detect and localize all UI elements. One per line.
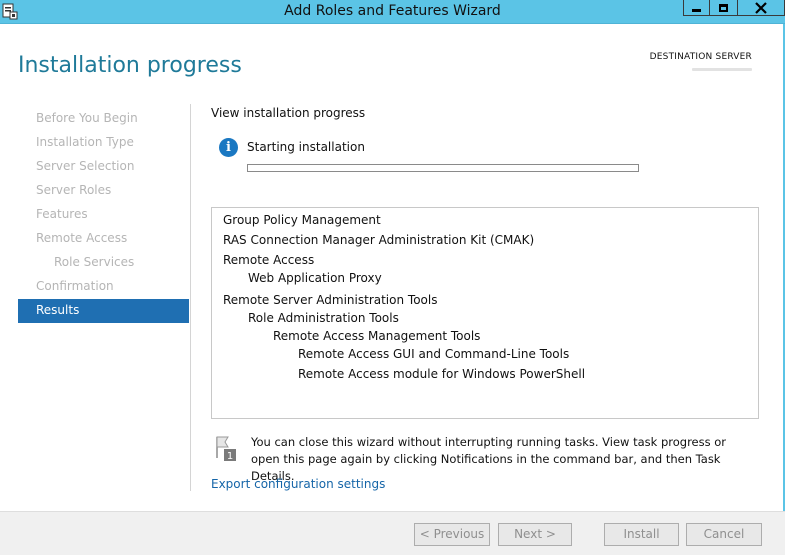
wizard-navigation: Before You Begin Installation Type Server … xyxy=(18,107,189,323)
maximize-button[interactable] xyxy=(709,0,738,16)
cancel-button[interactable]: Cancel xyxy=(686,523,762,546)
destination-server-name xyxy=(692,64,752,72)
nav-item-server-roles: Server Roles xyxy=(36,183,112,197)
feature-item: Remote Access GUI and Command-Line Tools xyxy=(298,347,570,361)
nav-item-results[interactable]: Results xyxy=(18,299,189,323)
window-title: Add Roles and Features Wizard xyxy=(284,3,501,19)
nav-item-server-selection: Server Selection xyxy=(36,159,135,173)
flag-notification-icon: 1 xyxy=(216,436,236,462)
previous-button[interactable]: < Previous xyxy=(414,523,490,546)
feature-item: Remote Access xyxy=(223,253,315,267)
nav-item-remote-access: Remote Access xyxy=(36,231,128,245)
close-button[interactable] xyxy=(737,0,785,16)
export-configuration-link[interactable]: Export configuration settings xyxy=(211,477,385,491)
wizard-footer: < Previous Next > Install Cancel xyxy=(0,511,785,555)
section-title: View installation progress xyxy=(211,106,366,120)
nav-item-confirmation: Confirmation xyxy=(36,279,114,293)
feature-item: Remote Server Administration Tools xyxy=(223,293,438,307)
nav-item-role-services: Role Services xyxy=(54,255,135,269)
features-list[interactable]: Group Policy Management RAS Connection Ma… xyxy=(211,207,759,419)
next-button[interactable]: Next > xyxy=(498,523,572,546)
destination-server-label: DESTINATION SERVER xyxy=(649,52,752,62)
page-title: Installation progress xyxy=(18,53,242,78)
svg-text:1: 1 xyxy=(227,451,233,462)
feature-item: Role Administration Tools xyxy=(248,311,399,325)
feature-item: Remote Access module for Windows PowerSh… xyxy=(298,367,586,381)
install-button[interactable]: Install xyxy=(604,523,679,546)
nav-item-before-you-begin: Before You Begin xyxy=(36,111,138,125)
status-text: Starting installation xyxy=(247,140,365,154)
info-icon: i xyxy=(219,138,238,157)
nav-divider xyxy=(190,104,191,491)
minimize-icon xyxy=(692,8,701,12)
feature-item: Web Application Proxy xyxy=(248,271,382,285)
feature-item: RAS Connection Manager Administration Ki… xyxy=(223,233,535,247)
title-bar[interactable]: Add Roles and Features Wizard xyxy=(0,0,785,24)
maximize-icon xyxy=(719,3,728,12)
nav-item-installation-type: Installation Type xyxy=(36,135,134,149)
minimize-button[interactable] xyxy=(683,0,710,16)
nav-item-features: Features xyxy=(36,207,88,221)
close-icon xyxy=(755,1,767,14)
feature-item: Remote Access Management Tools xyxy=(273,329,481,343)
installation-progress-bar xyxy=(247,164,639,172)
feature-item: Group Policy Management xyxy=(223,213,381,227)
